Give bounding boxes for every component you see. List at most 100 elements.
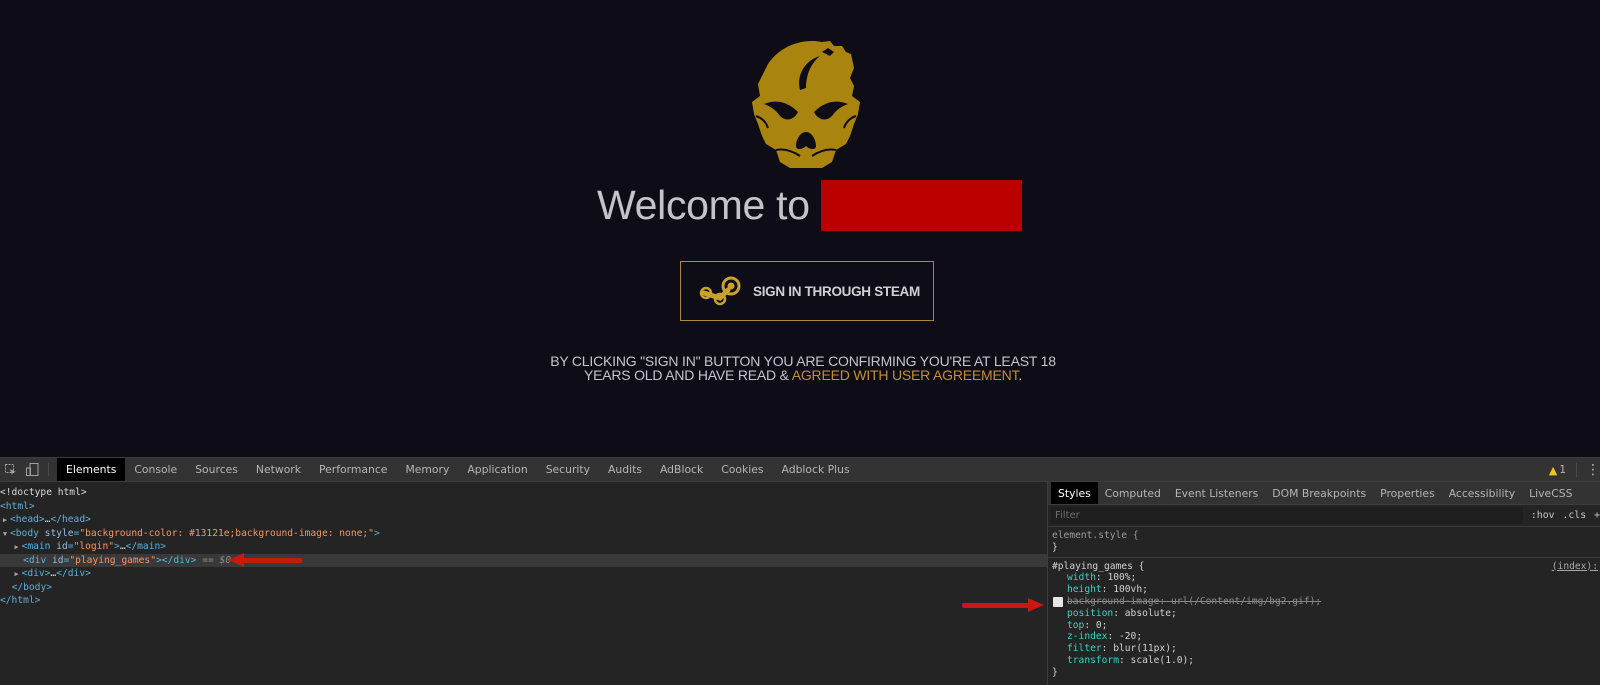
dom-node-html-close[interactable]: </html> — [0, 594, 1047, 608]
property-name[interactable]: transform — [1067, 655, 1119, 666]
tab-application[interactable]: Application — [458, 458, 536, 481]
dom-node-playing-games-selected[interactable]: <div id="playing_games"></div> == $0 — [0, 552, 1047, 567]
property-colon: : — [1101, 584, 1114, 596]
kebab-menu-icon[interactable]: ⋮ — [1586, 463, 1600, 477]
property-value[interactable]: 100%; — [1107, 572, 1136, 583]
close-brace: } — [1052, 541, 1058, 553]
property-name[interactable]: filter — [1067, 643, 1102, 654]
tab-audits[interactable]: Audits — [599, 458, 651, 481]
warnings-counter[interactable]: ▲ 1 — [1549, 464, 1566, 477]
property-value[interactable]: scale(1.0); — [1131, 655, 1195, 666]
styles-tab-accessibility[interactable]: Accessibility — [1442, 482, 1522, 504]
property-name[interactable]: position — [1067, 608, 1113, 619]
property-value[interactable]: blur(11px); — [1113, 643, 1177, 654]
css-property-top[interactable]: top: 0; — [1052, 620, 1600, 632]
elements-tree: <!doctype html> <html> ▶ <head>…</head> ▼… — [0, 482, 1047, 685]
css-property-width[interactable]: width: 100%; — [1052, 572, 1600, 584]
styles-tab-livecss[interactable]: LiveCSS — [1522, 482, 1579, 504]
dom-node-div[interactable]: ▶ <div>…</div> — [0, 567, 1047, 581]
property-name[interactable]: height — [1067, 584, 1102, 595]
css-property-filter[interactable]: filter: blur(11px); — [1052, 643, 1600, 655]
styles-filter-row: :hov .cls + — [1048, 505, 1600, 527]
html-close-tag: </html> — [0, 595, 41, 606]
expand-triangle-icon[interactable]: ▶ — [12, 541, 22, 555]
div-attr-value[interactable]: playing_games — [75, 555, 150, 566]
devtools-toolbar: Elements Console Sources Network Performance… — [0, 458, 1600, 482]
cls-button[interactable]: .cls — [1563, 510, 1587, 521]
rule-source-link[interactable]: (index): — [1552, 561, 1598, 572]
styles-tab-event-listeners[interactable]: Event Listeners — [1168, 482, 1265, 504]
hov-button[interactable]: :hov — [1531, 510, 1555, 521]
property-value[interactable]: url(/Content/img/bg2.gif); — [1171, 596, 1321, 607]
disclaimer-period: . — [1018, 367, 1023, 383]
dom-node-head[interactable]: ▶ <head>…</head> — [0, 513, 1047, 527]
tab-performance[interactable]: Performance — [310, 458, 396, 481]
selected-node-marker: == $0 — [196, 554, 232, 566]
tab-security[interactable]: Security — [537, 458, 599, 481]
warning-count: 1 — [1559, 464, 1566, 476]
property-toggle-checkbox[interactable] — [1053, 596, 1063, 607]
property-value[interactable]: 100vh; — [1113, 584, 1148, 595]
inspect-element-icon[interactable] — [0, 458, 22, 481]
add-rule-button[interactable]: + — [1594, 510, 1600, 521]
sign-in-label: SIGN IN THROUGH STEAM — [753, 283, 920, 299]
devtools-tabs: Elements Console Sources Network Performance… — [57, 458, 859, 481]
tab-sources[interactable]: Sources — [186, 458, 247, 481]
css-property-background-image[interactable]: background-image: url(/Content/img/bg2.g… — [1052, 596, 1600, 608]
dom-node-body-close[interactable]: </body> — [0, 581, 1047, 595]
styles-tab-properties[interactable]: Properties — [1373, 482, 1442, 504]
styles-tab-computed[interactable]: Computed — [1098, 482, 1168, 504]
css-property-z-index[interactable]: z-index: -20; — [1052, 631, 1600, 643]
collapse-triangle-icon[interactable]: ▼ — [0, 528, 10, 542]
property-name[interactable]: width — [1067, 572, 1096, 583]
tab-network[interactable]: Network — [247, 458, 310, 481]
tab-cookies[interactable]: Cookies — [712, 458, 772, 481]
tab-adblock[interactable]: AdBlock — [651, 458, 712, 481]
dom-node-doctype[interactable]: <!doctype html> — [0, 486, 1047, 500]
expand-triangle-icon[interactable]: ▶ — [12, 568, 22, 582]
dom-node-html[interactable]: <html> — [0, 500, 1047, 514]
div-attr-name: id — [52, 554, 64, 566]
css-property-position[interactable]: position: absolute; — [1052, 608, 1600, 620]
playing-games-rule[interactable]: (index): #playing_games { width: 100%; he… — [1048, 558, 1600, 682]
dom-node-body[interactable]: ▼ <body style="background-color: #13121e;… — [0, 527, 1047, 541]
property-name[interactable]: z-index — [1067, 631, 1107, 642]
property-colon: : — [1113, 607, 1125, 619]
element-style-rule[interactable]: element.style { } — [1048, 527, 1600, 558]
property-name[interactable]: background-image — [1067, 596, 1159, 607]
head-close-tag: </head> — [50, 514, 91, 525]
div-close-tag: </div> — [161, 554, 197, 566]
dom-node-main[interactable]: ▶ <main id="login">…</main> — [0, 540, 1047, 554]
styles-tab-dom-breakpoints[interactable]: DOM Breakpoints — [1265, 482, 1373, 504]
tab-memory[interactable]: Memory — [396, 458, 458, 481]
page-viewport: Welcome to SIGN IN THROUGH STEAM BY CLIC… — [0, 0, 1600, 457]
tab-adblock-plus[interactable]: Adblock Plus — [773, 458, 859, 481]
main-close-tag: </main> — [125, 541, 167, 552]
user-agreement-link[interactable]: AGREED WITH USER AGREEMENT — [792, 367, 1019, 383]
warning-icon: ▲ — [1548, 463, 1558, 477]
toolbar-divider — [1576, 463, 1577, 477]
toolbar-right: ▲ 1 ⋮ — [1549, 458, 1600, 482]
property-value[interactable]: 0; — [1096, 620, 1108, 631]
property-colon: : — [1101, 643, 1114, 655]
tab-elements[interactable]: Elements — [57, 458, 126, 481]
div-close-tag: </div> — [56, 568, 91, 579]
body-attr-value[interactable]: background-color: #13121e;background-ima… — [85, 528, 368, 539]
sign-in-through-steam-button[interactable]: SIGN IN THROUGH STEAM — [680, 261, 934, 321]
property-value[interactable]: -20; — [1119, 631, 1142, 642]
expand-triangle-icon[interactable]: ▶ — [0, 514, 10, 528]
css-property-transform[interactable]: transform: scale(1.0); — [1052, 655, 1600, 667]
device-toolbar-icon[interactable] — [22, 458, 44, 481]
main-attr-value[interactable]: login — [79, 541, 108, 552]
styles-pane: Styles Computed Event Listeners DOM Breakpo… — [1047, 482, 1600, 685]
tab-console[interactable]: Console — [125, 458, 186, 481]
age-disclaimer: BY CLICKING "SIGN IN" BUTTON YOU ARE CON… — [540, 354, 1066, 382]
css-property-height[interactable]: height: 100vh; — [1052, 584, 1600, 596]
body-attr-name: style — [44, 527, 74, 539]
property-name[interactable]: top — [1067, 620, 1084, 631]
styles-tab-styles[interactable]: Styles — [1051, 482, 1098, 504]
rule-selector: #playing_games { — [1052, 560, 1145, 572]
styles-filter-input[interactable] — [1051, 507, 1523, 524]
welcome-heading: Welcome to — [597, 178, 1022, 232]
property-value[interactable]: absolute; — [1125, 608, 1177, 619]
